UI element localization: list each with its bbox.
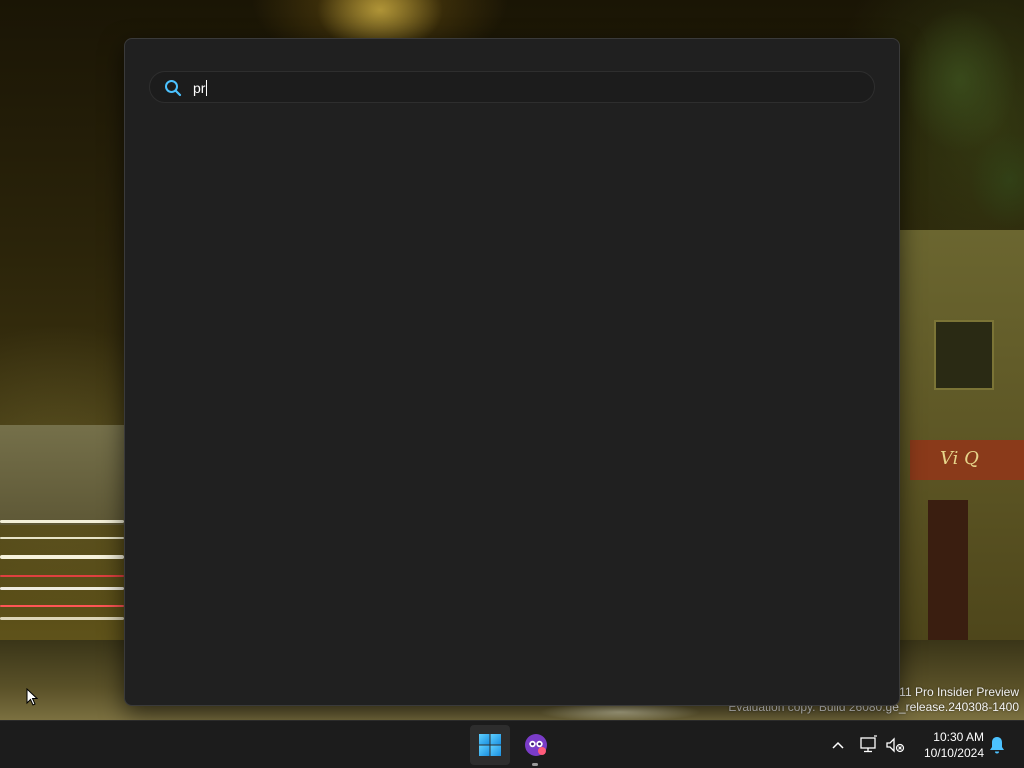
search-panel: pr [124,38,900,706]
app-icon [525,734,547,756]
search-icon [165,80,182,97]
bell-icon[interactable] [986,734,1008,756]
sound-muted-icon[interactable] [884,734,906,756]
wallpaper-window [934,320,994,390]
chevron-up-icon[interactable] [828,735,848,755]
wallpaper-building-right: Vi Q [900,230,1024,690]
network-icon[interactable] [858,734,880,756]
shop-sign-text: Vi Q [940,448,979,469]
mouse-pointer-icon [26,688,38,706]
taskbar-app-button[interactable] [516,725,556,766]
clock-date: 10/10/2024 [923,746,984,760]
windows-logo-icon [479,734,501,756]
wallpaper-shop-sign: Vi Q [910,440,1024,480]
start-button[interactable] [470,725,510,765]
system-clock[interactable]: 10:30 AM 10/10/2024 [912,729,984,761]
wallpaper-foliage [880,0,1024,230]
search-box[interactable]: pr [149,71,875,103]
wallpaper-building-left [0,425,124,525]
search-query-text: pr [193,80,206,96]
taskbar: 10:30 AM 10/10/2024 [0,720,1024,768]
wallpaper-light-streaks [0,515,124,645]
text-caret [206,80,208,96]
clock-time: 10:30 AM [933,730,984,744]
running-indicator [532,763,538,766]
search-input[interactable]: pr [193,77,843,99]
